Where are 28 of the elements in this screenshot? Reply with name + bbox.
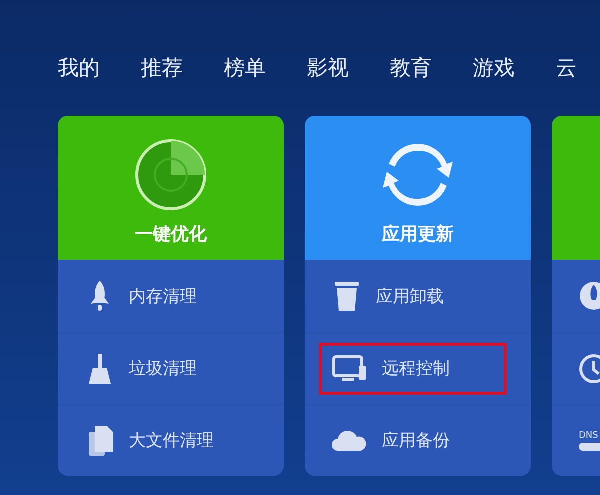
item-label: DNS (579, 430, 600, 440)
nav-tab[interactable]: 我的 (58, 50, 100, 86)
nav-tab[interactable]: 教育 (390, 50, 432, 86)
menu-item[interactable]: 内存清理 (72, 270, 260, 322)
card-header[interactable]: 应用更新 (305, 116, 531, 260)
item-label: 应用卸载 (376, 286, 444, 308)
item-label: 垃圾清理 (129, 358, 197, 380)
item-label: 大文件清理 (129, 430, 214, 452)
cloud-icon (332, 428, 368, 452)
nav-tab[interactable]: 游戏 (473, 50, 515, 86)
nav-tab[interactable]: 榜单 (224, 50, 266, 86)
radar-icon (134, 138, 208, 212)
bar-icon (579, 442, 600, 450)
monitor-icon (332, 354, 368, 384)
item-label: 内存清理 (129, 286, 197, 308)
menu-item[interactable]: 大文件清理 (72, 414, 260, 466)
item-label: 应用备份 (382, 430, 450, 452)
highlight-frame[interactable]: 远程控制 (319, 342, 507, 394)
menu-item[interactable]: 应用备份 (319, 414, 507, 466)
menu-item[interactable]: 垃圾清理 (72, 342, 260, 394)
nav-tab[interactable]: 影视 (307, 50, 349, 86)
clock-icon (579, 352, 600, 386)
trash-icon (332, 279, 362, 313)
menu-item[interactable]: DNS (566, 414, 600, 466)
nav-tab[interactable]: 推荐 (141, 50, 183, 86)
nav-tab[interactable]: 云 (556, 50, 577, 86)
item-label: 远程控制 (382, 358, 450, 380)
menu-item[interactable]: 应用卸载 (319, 270, 507, 322)
